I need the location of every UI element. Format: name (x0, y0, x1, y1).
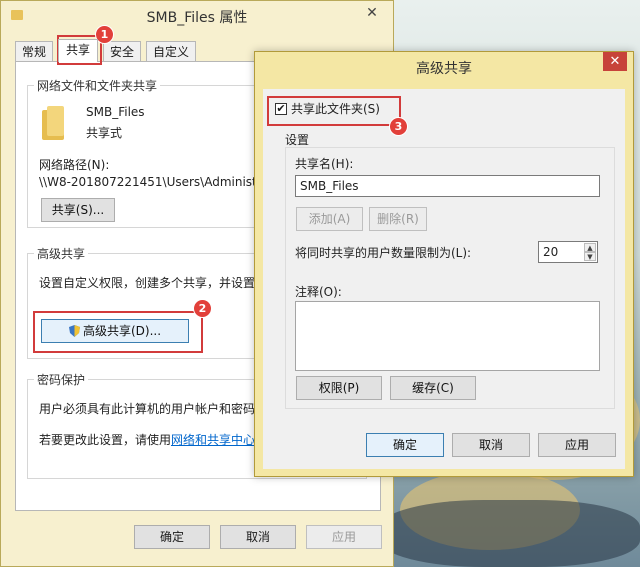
close-button[interactable]: ✕ (603, 52, 627, 71)
advanced-sharing-title: 高级共享 (416, 61, 472, 77)
caching-button[interactable]: 缓存(C) (390, 376, 476, 400)
password-change-hint: 若要更改此设置，请使用网络和共享中心。 (39, 431, 267, 448)
tab-security[interactable]: 安全 (103, 41, 141, 61)
tab-general[interactable]: 常规 (15, 41, 53, 61)
spin-down-icon[interactable]: ▼ (584, 252, 596, 261)
password-protection-group-title: 密码保护 (34, 371, 89, 388)
annotation-badge-3: 3 (389, 117, 408, 136)
share-name-label: 共享名(H): (295, 157, 354, 171)
user-limit-label: 将同时共享的用户数量限制为(L): (295, 246, 472, 260)
folder-name: SMB_Files (86, 105, 145, 119)
comment-label: 注释(O): (295, 285, 342, 299)
permissions-button[interactable]: 权限(P) (296, 376, 382, 400)
share-name-input[interactable]: SMB_Files (295, 175, 600, 197)
ok-button[interactable]: 确定 (366, 433, 444, 457)
tab-sharing[interactable]: 共享 (58, 39, 98, 62)
cancel-button[interactable]: 取消 (220, 525, 296, 549)
share-button[interactable]: 共享(S)... (41, 198, 115, 222)
annotation-box-advanced (33, 311, 203, 353)
close-button[interactable]: ✕ (357, 4, 387, 22)
apply-button[interactable]: 应用 (538, 433, 616, 457)
share-name-value: SMB_Files (300, 179, 359, 193)
password-change-prefix: 若要更改此设置，请使用 (39, 433, 172, 447)
network-path-label: 网络路径(N): (39, 158, 110, 172)
properties-title: SMB_Files 属性 (146, 10, 248, 26)
user-limit-value: 20 (543, 245, 559, 259)
settings-label: 设置 (285, 133, 310, 147)
folder-icon (42, 106, 64, 140)
annotation-box-share-checkbox (267, 96, 401, 126)
spin-up-icon[interactable]: ▲ (584, 243, 596, 252)
cancel-button[interactable]: 取消 (452, 433, 530, 457)
properties-titlebar: SMB_Files 属性 ✕ (1, 1, 393, 31)
folder-share-status: 共享式 (86, 126, 123, 140)
advanced-sharing-client: ✔ 共享此文件夹(S) 设置 共享名(H): SMB_Files 添加(A) 删… (263, 89, 625, 469)
background-rock (380, 500, 640, 567)
ok-button[interactable]: 确定 (134, 525, 210, 549)
comment-textarea[interactable] (295, 301, 600, 371)
annotation-badge-2: 2 (193, 299, 212, 318)
network-share-group-title: 网络文件和文件夹共享 (34, 77, 161, 94)
user-limit-input[interactable]: 20 ▲ ▼ (538, 241, 598, 263)
network-sharing-center-link[interactable]: 网络和共享中心 (171, 433, 255, 447)
remove-button[interactable]: 删除(R) (369, 207, 427, 231)
apply-button[interactable]: 应用 (306, 525, 382, 549)
tab-customize[interactable]: 自定义 (146, 41, 196, 61)
add-button[interactable]: 添加(A) (296, 207, 363, 231)
advanced-share-group-title: 高级共享 (34, 245, 89, 262)
